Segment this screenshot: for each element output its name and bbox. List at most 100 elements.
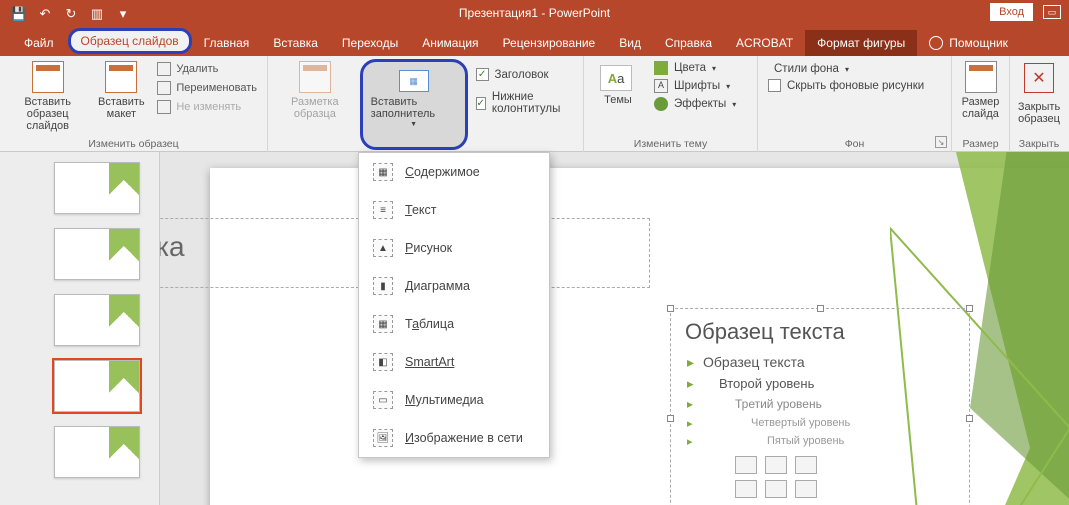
group-background: Стили фона▾ Скрыть фоновые рисунки Фон ↘ [758, 56, 952, 152]
insert-slide-master-label: Вставить образец слайдов [12, 96, 83, 132]
ribbon-display-options-icon[interactable]: ▭ [1043, 5, 1061, 19]
insert-layout-button[interactable]: Вставить макет [93, 59, 149, 138]
redo-icon[interactable]: ↻ [60, 3, 82, 25]
ribbon-tabs: Файл Образец слайдов Главная Вставка Пер… [0, 28, 1069, 56]
insert-layout-label: Вставить макет [98, 96, 145, 120]
layout-thumbnail[interactable] [54, 294, 140, 346]
group-size: Размер слайда Размер [952, 56, 1010, 152]
themes-icon: Aa [600, 65, 632, 91]
rename-button[interactable]: Переименовать [153, 80, 261, 96]
slide-master-icon [32, 61, 64, 93]
layout-icon [105, 61, 137, 93]
titlebar: 💾 ↶ ↻ ▥ ▾ Презентация1 - PowerPoint Вход… [0, 0, 1069, 28]
layout-thumbnail[interactable] [54, 228, 140, 280]
tab-format-shape[interactable]: Формат фигуры [805, 30, 917, 56]
group-master-layout: Разметка образца ▦ Вставить заполнитель … [268, 56, 584, 152]
title-checkbox[interactable]: ✓Заголовок [472, 65, 578, 84]
tab-animations[interactable]: Анимация [410, 30, 490, 56]
group-close-label: Закрыть [1016, 138, 1062, 152]
smartart-icon: ◧ [373, 353, 393, 371]
hide-bg-checkbox[interactable]: Скрыть фоновые рисунки [768, 79, 924, 92]
tab-transitions[interactable]: Переходы [330, 30, 410, 56]
insert-media-icon[interactable] [795, 480, 817, 498]
layout-thumbnail[interactable] [54, 360, 140, 412]
menu-online-image[interactable]: 🖼Изображение в сети [359, 419, 549, 457]
insert-online-picture-icon[interactable] [765, 480, 787, 498]
insert-chart-icon[interactable] [765, 456, 787, 474]
placeholder-icon: ▦ [399, 70, 429, 92]
picture-icon: ▲ [373, 239, 393, 257]
menu-chart[interactable]: ▮Диаграмма [359, 267, 549, 305]
delete-button[interactable]: Удалить [153, 61, 261, 77]
bg-styles-button[interactable]: Стили фона▾ [768, 63, 924, 75]
insert-picture-icon[interactable] [735, 480, 757, 498]
footers-checkbox[interactable]: ✓Нижние колонтитулы [472, 88, 578, 118]
insert-smartart-icon[interactable] [795, 456, 817, 474]
lightbulb-icon [929, 36, 943, 50]
menu-picture[interactable]: ▲Рисунок [359, 229, 549, 267]
dialog-launcher-icon[interactable]: ↘ [935, 136, 947, 148]
group-size-label: Размер [958, 138, 1003, 152]
undo-icon[interactable]: ↶ [34, 3, 56, 25]
tab-slide-master[interactable]: Образец слайдов [68, 28, 192, 54]
save-icon[interactable]: 💾 [8, 3, 30, 25]
layout-thumbnail[interactable] [54, 162, 140, 214]
layout-thumbnail[interactable] [54, 426, 140, 478]
online-image-icon: 🖼 [373, 429, 393, 447]
preserve-button: Не изменять [153, 99, 261, 115]
group-edit-master-label: Изменить образец [6, 138, 261, 152]
menu-smartart[interactable]: ◧SmartArt [359, 343, 549, 381]
group-close: ✕ Закрыть образец Закрыть [1010, 56, 1068, 152]
tab-help[interactable]: Справка [653, 30, 724, 56]
slide-canvas[interactable]: ловка Образец текста Образец текста Втор… [160, 152, 1069, 505]
insert-placeholder-menu: ▦Содержимое ≡Текст ▲Рисунок ▮Диаграмма ▦… [358, 152, 550, 458]
fonts-button[interactable]: AШрифты▾ [654, 79, 736, 93]
group-edit-theme-label: Изменить тему [590, 138, 751, 152]
outline-level-1: Образец текста [685, 351, 955, 373]
tab-file[interactable]: Файл [10, 30, 68, 56]
content-heading: Образец текста [685, 319, 955, 345]
slide-size-button[interactable]: Размер слайда [953, 59, 1009, 138]
qat-customize-icon[interactable]: ▾ [112, 3, 134, 25]
effects-icon [654, 97, 668, 111]
signin-button[interactable]: Вход [990, 3, 1033, 21]
slide: ловка Образец текста Образец текста Втор… [210, 168, 1069, 505]
content-placeholder[interactable]: Образец текста Образец текста Второй уро… [670, 308, 970, 505]
colors-button[interactable]: Цвета▾ [654, 61, 736, 75]
themes-button[interactable]: Aa Темы [590, 59, 646, 138]
start-from-beginning-icon[interactable]: ▥ [86, 3, 108, 25]
effects-button[interactable]: Эффекты▾ [654, 97, 736, 111]
ribbon: Вставить образец слайдов Вставить макет … [0, 56, 1069, 152]
master-layout-button: Разметка образца [274, 59, 356, 150]
delete-icon [157, 62, 171, 76]
insert-placeholder-button[interactable]: ▦ Вставить заполнитель ▼ [360, 59, 468, 150]
tell-me[interactable]: Помощник [917, 30, 1020, 56]
menu-content[interactable]: ▦Содержимое [359, 153, 549, 191]
rename-icon [157, 81, 171, 95]
slide-size-icon [965, 61, 997, 93]
tab-view[interactable]: Вид [607, 30, 653, 56]
fonts-icon: A [654, 79, 668, 93]
colors-icon [654, 61, 668, 75]
menu-text[interactable]: ≡Текст [359, 191, 549, 229]
placeholder-content-icons [685, 456, 955, 474]
placeholder-content-icons [685, 480, 955, 498]
tell-me-label: Помощник [949, 36, 1008, 50]
tab-home[interactable]: Главная [192, 30, 262, 56]
table-icon: ▦ [373, 315, 393, 333]
group-background-label: Фон [764, 138, 945, 152]
chevron-down-icon: ▼ [410, 121, 417, 128]
close-master-button[interactable]: ✕ [1024, 63, 1054, 93]
thumbnail-panel[interactable] [0, 152, 160, 505]
menu-table[interactable]: ▦Таблица [359, 305, 549, 343]
tab-review[interactable]: Рецензирование [491, 30, 608, 56]
text-icon: ≡ [373, 201, 393, 219]
tab-acrobat[interactable]: ACROBAT [724, 30, 805, 56]
tab-insert[interactable]: Вставка [261, 30, 330, 56]
group-edit-master: Вставить образец слайдов Вставить макет … [0, 56, 268, 152]
outline-level-3: Третий уровень [685, 394, 955, 414]
insert-table-icon[interactable] [735, 456, 757, 474]
outline-level-4: Четвертый уровень [685, 414, 955, 432]
menu-media[interactable]: ▭Мультимедиа [359, 381, 549, 419]
insert-slide-master-button[interactable]: Вставить образец слайдов [6, 59, 89, 138]
